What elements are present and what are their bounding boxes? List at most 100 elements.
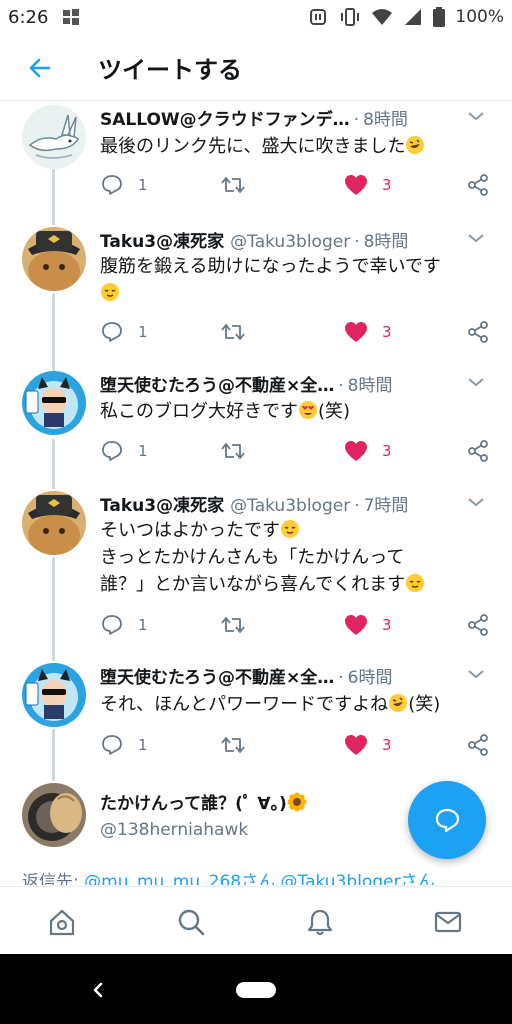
reply-count: 1 — [138, 442, 148, 460]
chevron-down-icon[interactable] — [464, 371, 488, 395]
arrow-left-icon — [29, 58, 51, 78]
thread-line — [52, 165, 55, 225]
nav-home[interactable] — [47, 907, 77, 937]
author-name[interactable]: Taku3@凍死家 — [100, 232, 224, 252]
avatar[interactable] — [22, 491, 86, 555]
nav-search[interactable] — [176, 907, 206, 937]
avatar[interactable] — [22, 371, 86, 435]
tweet-text: それ、ほんとパワーワードですよね (笑) — [100, 691, 488, 718]
tweet-header: Taku3@凍死家 @Taku3bloger · 7時間 — [100, 491, 488, 517]
like-button[interactable]: 3 — [344, 613, 392, 637]
share-button[interactable] — [466, 613, 490, 637]
like-button[interactable]: 3 — [344, 173, 392, 197]
retweet-icon — [221, 443, 245, 459]
share-button[interactable] — [466, 733, 490, 757]
page-title: ツイートする — [98, 56, 242, 84]
heart-icon — [345, 615, 367, 635]
bell-icon — [307, 909, 333, 936]
separator-dot: · — [354, 496, 360, 516]
share-icon — [468, 734, 488, 756]
reply-fab-button[interactable] — [408, 781, 486, 859]
mention-link[interactable]: @mu_mu_mu_268さん — [84, 872, 275, 885]
app-header: ツイートする — [0, 36, 512, 101]
reply-button[interactable]: 1 — [100, 439, 148, 463]
battery-percent: 100% — [455, 7, 504, 27]
nav-messages[interactable] — [433, 907, 463, 937]
separator-dot: · — [354, 232, 360, 252]
tweet-actions: 1 3 — [100, 320, 490, 344]
share-button[interactable] — [466, 439, 490, 463]
tweet-text: 私このブログ大好きです (笑) — [100, 398, 488, 425]
search-icon — [178, 909, 205, 936]
signal-icon — [405, 9, 422, 25]
like-button[interactable]: 3 — [344, 733, 392, 757]
nav-notifications[interactable] — [305, 907, 335, 937]
reply-button[interactable]: 1 — [100, 733, 148, 757]
avatar[interactable] — [22, 783, 86, 847]
reply-button[interactable]: 1 — [100, 320, 148, 344]
tweet-actions: 1 3 — [100, 439, 490, 463]
reply-to-line: 返信先: @mu_mu_mu_268さん @Taku3blogerさん — [22, 867, 435, 885]
author-handle[interactable]: @Taku3bloger — [230, 232, 350, 252]
rofl-emoji-icon — [406, 136, 425, 154]
avatar[interactable] — [22, 105, 86, 169]
author-name[interactable]: 堕天使むたろう@不動産×全… — [100, 376, 334, 396]
author-name[interactable]: SALLOW@クラウドファンデ… — [100, 110, 350, 130]
system-navigation-bar — [0, 954, 512, 1024]
share-button[interactable] — [466, 320, 490, 344]
like-button[interactable]: 3 — [344, 320, 392, 344]
tweet-header: 堕天使むたろう@不動産×全… · 8時間 — [100, 371, 488, 397]
nfc-icon — [310, 9, 327, 25]
thread-line — [52, 557, 55, 661]
chevron-down-icon[interactable] — [464, 491, 488, 515]
chevron-down-icon[interactable] — [464, 105, 488, 129]
reply-count: 1 — [138, 616, 148, 634]
reply-button[interactable]: 1 — [100, 613, 148, 637]
conversation-thread[interactable]: SALLOW@クラウドファンデ… · 8時間 最後のリンク先に、盛大に吹きました 1… — [0, 101, 512, 885]
author-name[interactable]: Taku3@凍死家 — [100, 496, 224, 516]
avatar[interactable] — [22, 663, 86, 727]
sunflower-emoji-icon — [287, 792, 307, 812]
tweet[interactable]: SALLOW@クラウドファンデ… · 8時間 最後のリンク先に、盛大に吹きました 1… — [0, 101, 512, 225]
tweet[interactable]: 堕天使むたろう@不動産×全… · 8時間 私このブログ大好きです (笑) 1 3 — [0, 371, 512, 489]
tweet[interactable]: 堕天使むたろう@不動産×全… · 6時間 それ、ほんとパワーワードですよね (笑) 1… — [0, 661, 512, 781]
author-handle[interactable]: @Taku3bloger — [230, 496, 350, 516]
reply-button[interactable]: 1 — [100, 173, 148, 197]
tweet-time: 8時間 — [363, 110, 408, 130]
tweet-actions: 1 3 — [100, 613, 490, 637]
tweet-header: 堕天使むたろう@不動産×全… · 6時間 — [100, 663, 488, 689]
bottom-navigation — [0, 886, 512, 955]
heart-icon — [345, 735, 367, 755]
retweet-button[interactable] — [220, 320, 246, 344]
tweet-actions: 1 3 — [100, 733, 490, 757]
system-back-icon[interactable] — [88, 978, 108, 1002]
tweet[interactable]: Taku3@凍死家 @Taku3bloger · 8時間 腹筋を鍛える助けになったよう… — [0, 225, 512, 371]
mention-link[interactable]: @Taku3blogerさん — [281, 872, 435, 885]
heart-icon — [345, 441, 367, 461]
chevron-down-icon[interactable] — [464, 663, 488, 687]
tweet-line: それ、ほんとパワーワードですよね — [100, 694, 389, 715]
envelope-icon — [434, 911, 462, 933]
author-name[interactable]: 堕天使むたろう@不動産×全… — [100, 668, 334, 688]
avatar[interactable] — [22, 227, 86, 291]
vibrate-icon — [341, 8, 360, 26]
system-home-button[interactable] — [236, 982, 276, 998]
author-name[interactable]: たかけんって誰？(ﾟ ∀。) — [100, 794, 287, 814]
status-time: 6:26 — [8, 7, 49, 28]
back-button[interactable] — [26, 54, 54, 82]
share-button[interactable] — [466, 173, 490, 197]
share-icon — [468, 174, 488, 196]
tweet[interactable]: Taku3@凍死家 @Taku3bloger · 7時間 そいつはよかったです きっと… — [0, 489, 512, 661]
chevron-down-icon[interactable] — [464, 227, 488, 251]
tweet-line: 誰？」とか言いながら喜んでくれます — [100, 574, 406, 595]
reply-count: 1 — [138, 176, 148, 194]
retweet-icon — [221, 737, 245, 753]
thread-line — [52, 293, 55, 371]
like-button[interactable]: 3 — [344, 439, 392, 463]
retweet-button[interactable] — [220, 439, 246, 463]
retweet-button[interactable] — [220, 173, 246, 197]
tweet-time: 7時間 — [363, 496, 409, 516]
reply-icon — [102, 735, 122, 755]
retweet-button[interactable] — [220, 733, 246, 757]
retweet-button[interactable] — [220, 613, 246, 637]
